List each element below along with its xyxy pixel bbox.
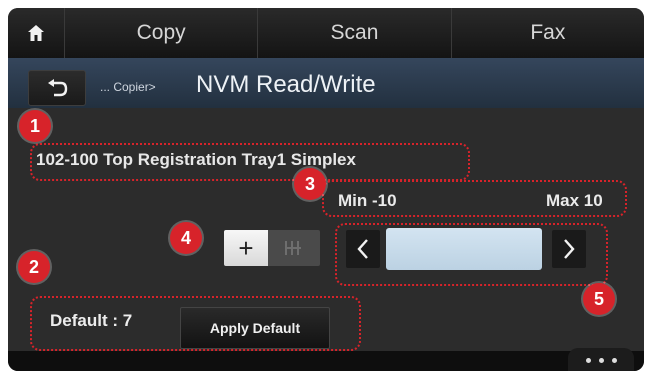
highlight-setting-name [30,143,470,181]
plus-button[interactable]: + [224,230,268,266]
page-title: NVM Read/Write [196,71,376,98]
home-icon [28,25,44,41]
title-bar: ... Copier> NVM Read/Write [8,58,644,108]
bottom-bar [8,351,644,371]
home-button[interactable] [8,8,65,58]
minus-bars-icon [285,241,301,255]
back-button[interactable] [28,70,86,106]
tab-fax[interactable]: Fax [452,8,644,58]
plus-minus-toggle[interactable]: + [224,230,320,266]
minus-button[interactable] [268,230,320,266]
callout-badge-2: 2 [18,251,50,283]
callout-badge-4: 4 [170,222,202,254]
more-dots-icon [585,357,617,363]
breadcrumb[interactable]: ... Copier> [100,80,156,94]
callout-badge-5: 5 [583,283,615,315]
tab-scan[interactable]: Scan [258,8,452,58]
highlight-range [322,180,627,217]
callout-badge-1: 1 [19,110,51,142]
top-tab-bar: Copy Scan Fax [8,8,644,58]
more-button[interactable] [568,348,634,371]
tab-copy[interactable]: Copy [65,8,259,58]
highlight-value-controls [335,223,608,286]
highlight-default [30,296,361,351]
back-arrow-icon [48,79,68,97]
callout-badge-3: 3 [294,168,326,200]
